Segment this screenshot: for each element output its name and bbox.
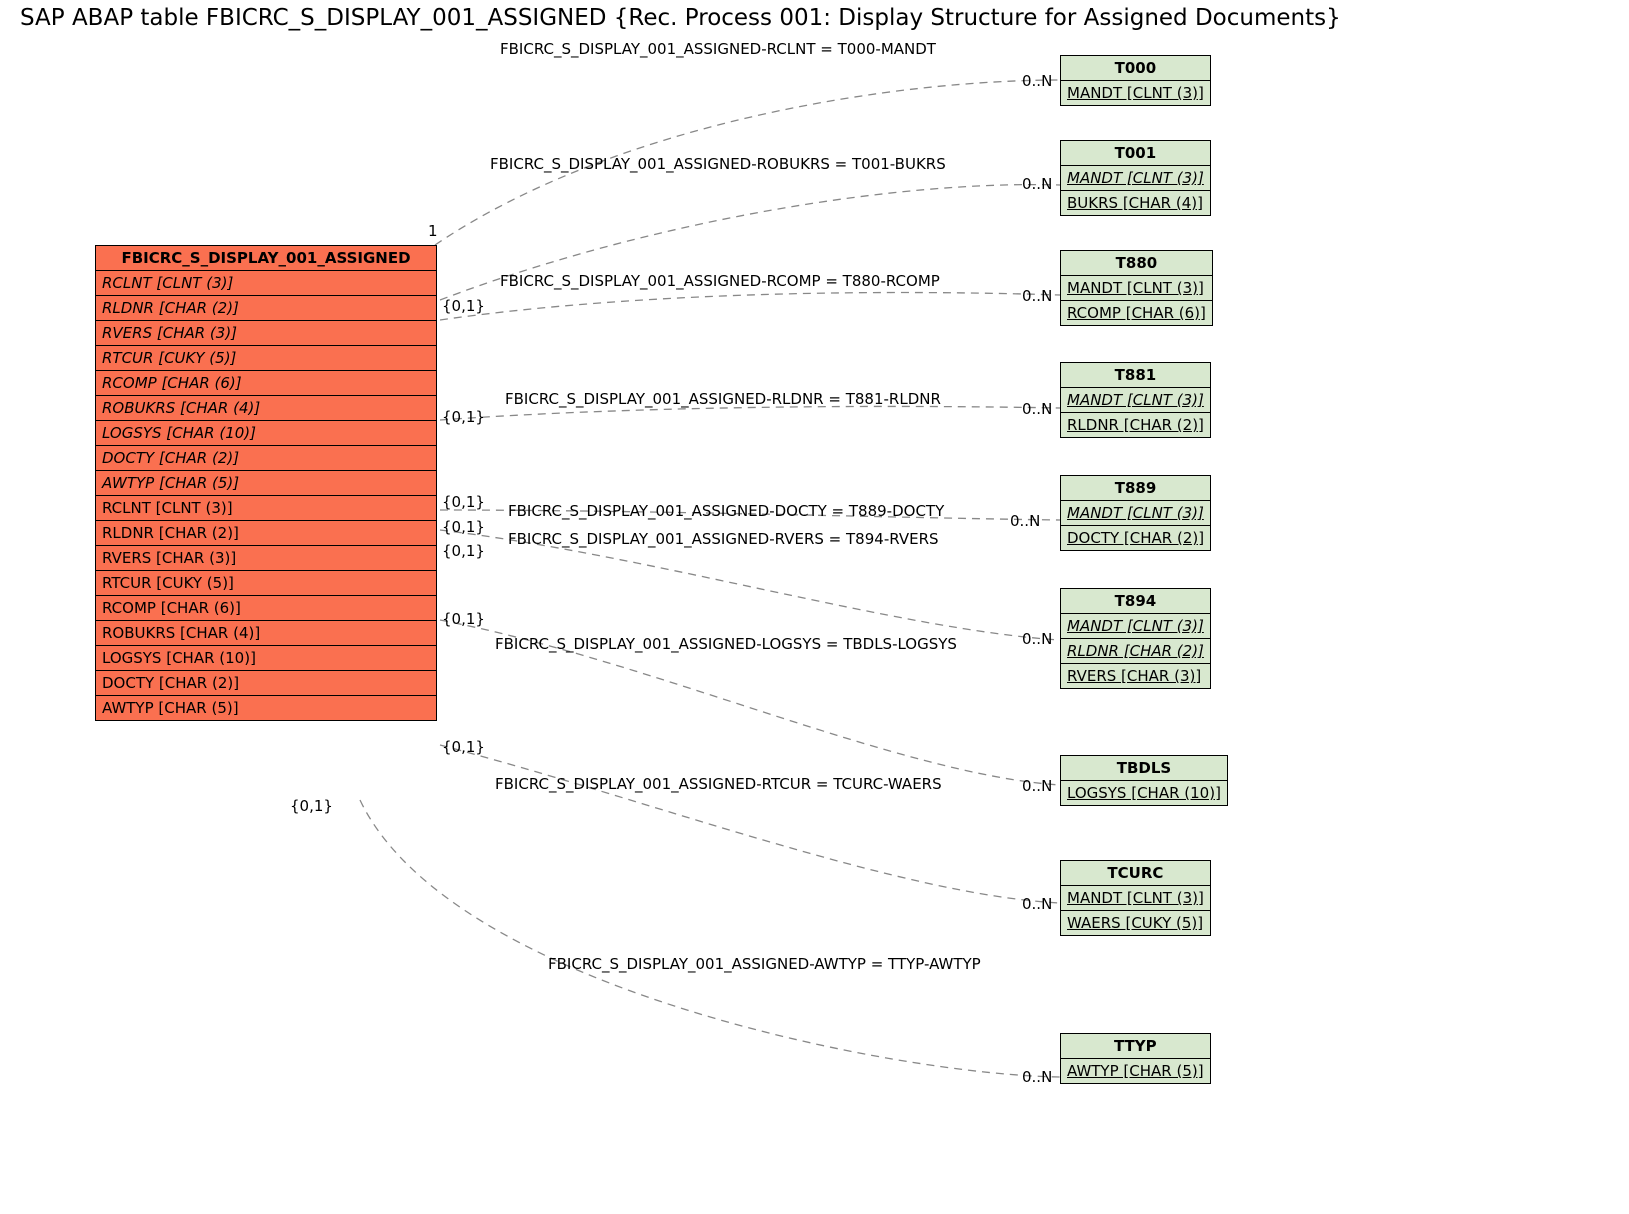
card-zo-4: {0,1}	[442, 518, 485, 536]
rel-label-6: FBICRC_S_DISPLAY_001_ASSIGNED-LOGSYS = T…	[495, 635, 957, 653]
entity-field: RVERS [CHAR (3)]	[1061, 664, 1210, 688]
rel-label-0: FBICRC_S_DISPLAY_001_ASSIGNED-RCLNT = T0…	[500, 40, 936, 58]
card-zo-7: {0,1}	[442, 738, 485, 756]
entity-tcurc: TCURCMANDT [CLNT (3)]WAERS [CUKY (5)]	[1060, 860, 1211, 936]
entity-field: MANDT [CLNT (3)]	[1061, 388, 1210, 413]
entity-field: LOGSYS [CHAR (10)]	[96, 646, 436, 671]
rel-label-5: FBICRC_S_DISPLAY_001_ASSIGNED-RVERS = T8…	[508, 530, 939, 548]
entity-source-header: FBICRC_S_DISPLAY_001_ASSIGNED	[96, 246, 436, 271]
entity-field: RLDNR [CHAR (2)]	[1061, 639, 1210, 664]
entity-field: MANDT [CLNT (3)]	[1061, 501, 1210, 526]
entity-field: RCOMP [CHAR (6)]	[1061, 301, 1212, 325]
entity-field: RCOMP [CHAR (6)]	[96, 596, 436, 621]
card-zo-2: {0,1}	[442, 408, 485, 426]
entity-ttyp: TTYPAWTYP [CHAR (5)]	[1060, 1033, 1211, 1084]
card-zn-2: 0..N	[1022, 287, 1052, 305]
card-zn-6: 0..N	[1022, 777, 1052, 795]
entity-field: WAERS [CUKY (5)]	[1061, 911, 1210, 935]
entity-field: ROBUKRS [CHAR (4)]	[96, 621, 436, 646]
entity-field: LOGSYS [CHAR (10)]	[96, 421, 436, 446]
card-zo-6: {0,1}	[442, 610, 485, 628]
entity-field: RLDNR [CHAR (2)]	[96, 521, 436, 546]
card-zo-1: {0,1}	[442, 297, 485, 315]
entity-t880: T880MANDT [CLNT (3)]RCOMP [CHAR (6)]	[1060, 250, 1213, 326]
entity-field: AWTYP [CHAR (5)]	[96, 696, 436, 720]
card-zo-8: {0,1}	[290, 797, 333, 815]
entity-field: RLDNR [CHAR (2)]	[1061, 413, 1210, 437]
rel-label-4: FBICRC_S_DISPLAY_001_ASSIGNED-DOCTY = T8…	[508, 502, 944, 520]
entity-field: MANDT [CLNT (3)]	[1061, 81, 1210, 105]
rel-label-1: FBICRC_S_DISPLAY_001_ASSIGNED-ROBUKRS = …	[490, 155, 946, 173]
entity-field: RVERS [CHAR (3)]	[96, 321, 436, 346]
er-diagram: SAP ABAP table FBICRC_S_DISPLAY_001_ASSI…	[0, 0, 1629, 1214]
card-zn-0: 0..N	[1022, 72, 1052, 90]
entity-source: FBICRC_S_DISPLAY_001_ASSIGNED RCLNT [CLN…	[95, 245, 437, 721]
card-zn-5: 0..N	[1022, 630, 1052, 648]
entity-field: DOCTY [CHAR (2)]	[96, 671, 436, 696]
card-zn-1: 0..N	[1022, 175, 1052, 193]
entity-t001: T001MANDT [CLNT (3)]BUKRS [CHAR (4)]	[1060, 140, 1211, 216]
entity-field: DOCTY [CHAR (2)]	[96, 446, 436, 471]
entity-field: AWTYP [CHAR (5)]	[1061, 1059, 1210, 1083]
entity-field: RCOMP [CHAR (6)]	[96, 371, 436, 396]
entity-field: RVERS [CHAR (3)]	[96, 546, 436, 571]
rel-label-7: FBICRC_S_DISPLAY_001_ASSIGNED-RTCUR = TC…	[495, 775, 942, 793]
entity-field: MANDT [CLNT (3)]	[1061, 614, 1210, 639]
entity-field: AWTYP [CHAR (5)]	[96, 471, 436, 496]
entity-field: RTCUR [CUKY (5)]	[96, 571, 436, 596]
card-zn-4: 0..N	[1010, 512, 1040, 530]
entity-t894: T894MANDT [CLNT (3)]RLDNR [CHAR (2)]RVER…	[1060, 588, 1211, 689]
card-zn-7: 0..N	[1022, 895, 1052, 913]
entity-field: ROBUKRS [CHAR (4)]	[96, 396, 436, 421]
entity-field: RCLNT [CLNT (3)]	[96, 496, 436, 521]
card-zo-5: {0,1}	[442, 542, 485, 560]
entity-t889: T889MANDT [CLNT (3)]DOCTY [CHAR (2)]	[1060, 475, 1211, 551]
entity-field: MANDT [CLNT (3)]	[1061, 166, 1210, 191]
rel-label-3: FBICRC_S_DISPLAY_001_ASSIGNED-RLDNR = T8…	[505, 390, 941, 408]
entity-field: MANDT [CLNT (3)]	[1061, 886, 1210, 911]
card-zn-3: 0..N	[1022, 400, 1052, 418]
rel-label-8: FBICRC_S_DISPLAY_001_ASSIGNED-AWTYP = TT…	[548, 955, 981, 973]
card-one: 1	[428, 222, 438, 240]
entity-tbdls: TBDLSLOGSYS [CHAR (10)]	[1060, 755, 1228, 806]
entity-field: RTCUR [CUKY (5)]	[96, 346, 436, 371]
rel-label-2: FBICRC_S_DISPLAY_001_ASSIGNED-RCOMP = T8…	[500, 272, 940, 290]
diagram-title: SAP ABAP table FBICRC_S_DISPLAY_001_ASSI…	[20, 5, 1341, 31]
card-zo-3: {0,1}	[442, 493, 485, 511]
entity-t881: T881MANDT [CLNT (3)]RLDNR [CHAR (2)]	[1060, 362, 1211, 438]
entity-field: DOCTY [CHAR (2)]	[1061, 526, 1210, 550]
entity-field: MANDT [CLNT (3)]	[1061, 276, 1212, 301]
entity-t000: T000MANDT [CLNT (3)]	[1060, 55, 1211, 106]
entity-field: RLDNR [CHAR (2)]	[96, 296, 436, 321]
entity-field: RCLNT [CLNT (3)]	[96, 271, 436, 296]
card-zn-8: 0..N	[1022, 1068, 1052, 1086]
entity-field: BUKRS [CHAR (4)]	[1061, 191, 1210, 215]
entity-field: LOGSYS [CHAR (10)]	[1061, 781, 1227, 805]
